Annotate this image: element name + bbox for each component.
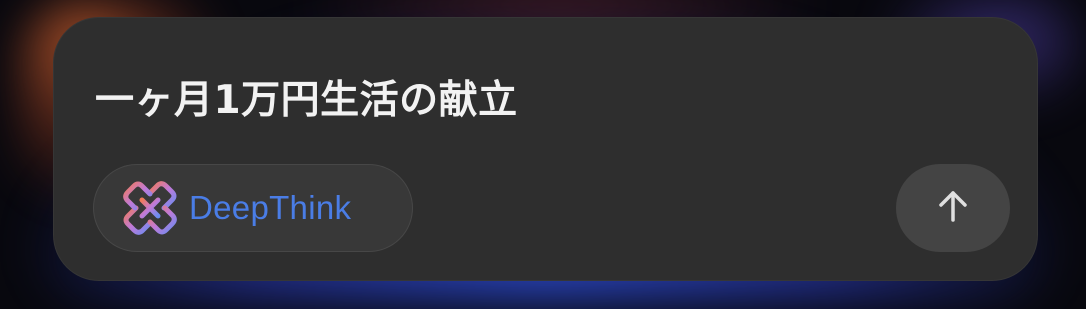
deepthink-logo-icon [123,181,177,235]
send-button[interactable] [896,164,1010,252]
deepthink-label: DeepThink [189,189,352,226]
prompt-composer-card: 一ヶ月1万円生活の献立 DeepThink [53,17,1038,281]
prompt-input-text[interactable]: 一ヶ月1万円生活の献立 [95,69,518,125]
deepthink-toggle-button[interactable]: DeepThink [93,164,413,252]
arrow-up-icon [933,186,973,230]
